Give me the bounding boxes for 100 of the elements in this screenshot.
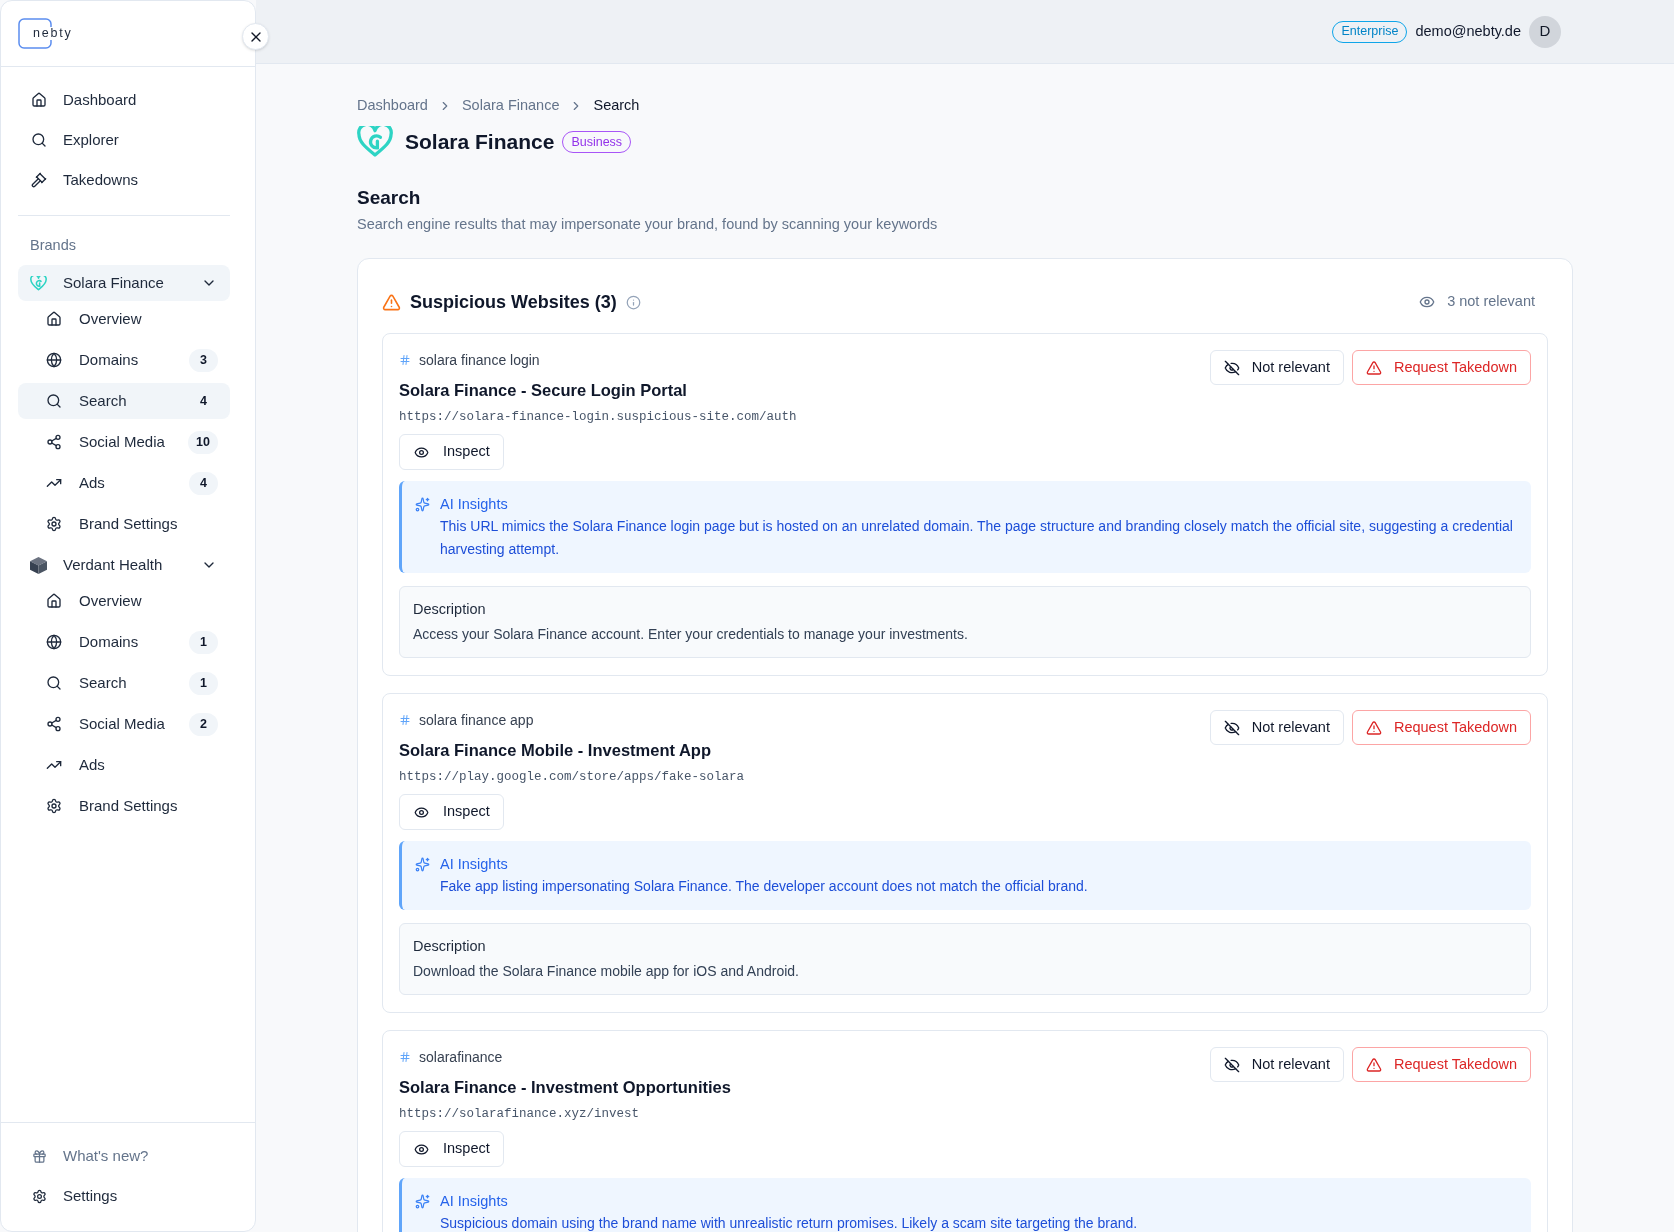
sidebar-item[interactable]: Brand Settings — [18, 506, 230, 542]
takedown-button[interactable]: Request Takedown — [1351, 350, 1531, 385]
search-icon — [31, 132, 47, 148]
eye-icon — [414, 1141, 429, 1157]
insights-text: Suspicious domain using the brand name with unrealistic return promises. Likely a scam site targeting the brand. — [440, 1214, 1138, 1232]
keyword-text: solara finance login — [419, 350, 540, 370]
breadcrumb-link[interactable]: Dashboard — [357, 95, 428, 117]
hash-icon — [399, 354, 411, 366]
globe-icon — [46, 352, 62, 368]
keyword-text: solarafinance — [419, 1047, 503, 1067]
share-icon — [46, 434, 62, 450]
takedown-button[interactable]: Request Takedown — [1351, 1047, 1531, 1082]
sparkle-icon — [415, 857, 430, 872]
insights-label: AI Insights — [440, 855, 509, 874]
settings-icon — [46, 798, 62, 814]
count-badge: 1 — [189, 671, 218, 695]
sparkle-icon — [415, 497, 430, 512]
warning-icon — [382, 292, 401, 312]
description-text: Access your Solara Finance account. Enter your credentials to manage your investments. — [413, 625, 969, 644]
eye-off-icon — [1223, 719, 1240, 736]
eye-off-icon — [1223, 359, 1240, 376]
sparkle-icon — [415, 1194, 430, 1209]
inspect-button[interactable]: Inspect — [399, 794, 504, 830]
result-title: Solara Finance - Secure Login Portal — [399, 380, 687, 401]
gift-icon — [32, 1148, 47, 1164]
description-label: Description — [413, 600, 487, 619]
count-badge: 10 — [188, 430, 218, 454]
logo[interactable]: nebty — [18, 18, 75, 49]
hash-icon — [399, 714, 411, 726]
eye-icon — [414, 804, 429, 820]
page-title: Search — [357, 186, 422, 210]
breadcrumb-link[interactable]: Solara Finance — [461, 95, 560, 117]
result-url: https://solara-finance-login.suspicious-site.com/auth — [399, 409, 797, 426]
inspect-button[interactable]: Inspect — [399, 1131, 504, 1167]
count-badge: 4 — [189, 471, 218, 495]
search-icon — [46, 393, 62, 409]
sidebar-item[interactable]: What's new? — [18, 1136, 230, 1176]
panel-title: Suspicious Websites (3) — [410, 290, 617, 314]
search-icon — [46, 675, 62, 691]
not-relevant-button[interactable]: Not relevant — [1209, 1047, 1344, 1082]
gavel-icon — [31, 172, 47, 188]
sidebar-item[interactable]: Ads 4 — [18, 465, 230, 501]
settings-icon — [46, 516, 62, 532]
insights-label: AI Insights — [440, 1192, 509, 1211]
sidebar-item[interactable]: Domains 1 — [18, 624, 230, 660]
keyword-text: solara finance app — [419, 710, 534, 730]
sidebar-item[interactable]: Search 1 — [18, 665, 230, 701]
insights-text: Fake app listing impersonating Solara Finance. The developer account does not match the official brand. — [440, 877, 1088, 896]
sidebar-item[interactable]: Domains 3 — [18, 342, 230, 378]
page-subtitle: Search engine results that may impersonate your brand, found by scanning your keywords — [357, 215, 939, 234]
not-relevant-button[interactable]: Not relevant — [1209, 710, 1344, 745]
info-icon — [625, 294, 641, 310]
inspect-button[interactable]: Inspect — [399, 434, 504, 470]
sidebar-item[interactable]: Settings — [18, 1176, 230, 1216]
house-icon — [31, 92, 47, 108]
cube-icon — [30, 556, 47, 574]
user-email: demo@nebty.de — [1415, 21, 1521, 41]
warning-icon — [1365, 1056, 1382, 1073]
warning-icon — [1365, 719, 1382, 736]
count-badge: 1 — [189, 630, 218, 654]
house-icon — [46, 593, 62, 609]
house-icon — [46, 311, 62, 327]
sidebar-item[interactable]: Overview — [18, 583, 230, 619]
brand-item[interactable]: Verdant Health — [18, 547, 230, 583]
result-url: https://play.google.com/store/apps/fake-solara — [399, 769, 745, 786]
insights-label: AI Insights — [440, 495, 509, 514]
brand-title: Solara Finance — [405, 129, 555, 156]
heart-logo-icon — [357, 126, 393, 158]
sidebar-item[interactable]: Search 4 — [18, 383, 230, 419]
sidebar-item[interactable]: Social Media 10 — [18, 424, 230, 460]
not-relevant-button[interactable]: Not relevant — [1209, 350, 1344, 385]
breadcrumb-link[interactable]: Search — [593, 95, 640, 117]
sidebar-item[interactable]: Social Media 2 — [18, 706, 230, 742]
result-title: Solara Finance Mobile - Investment App — [399, 740, 712, 761]
description-text: Download the Solara Finance mobile app for iOS and Android. — [413, 962, 800, 981]
result-url: https://solarafinance.xyz/invest — [399, 1106, 640, 1123]
not-relevant-toggle[interactable]: 3 not relevant — [1419, 291, 1535, 313]
result-title: Solara Finance - Investment Opportunities — [399, 1077, 731, 1098]
description-label: Description — [413, 937, 487, 956]
count-badge: 2 — [189, 712, 218, 736]
heart-logo-icon — [30, 275, 47, 291]
eye-icon — [1419, 294, 1436, 310]
takedown-button[interactable]: Request Takedown — [1351, 710, 1531, 745]
hash-icon — [399, 1051, 411, 1063]
count-badge: 3 — [189, 348, 218, 372]
avatar[interactable]: D — [1529, 15, 1561, 48]
eye-icon — [414, 444, 429, 460]
brand-item[interactable]: Solara Finance — [18, 265, 230, 301]
sidebar-item[interactable]: Overview — [18, 301, 230, 337]
insights-text: This URL mimics the Solara Finance login page but is hosted on an unrelated domain. The page structure and branding closely match the official site, suggesting a credential harvesting attempt. — [440, 517, 1514, 559]
sidebar-item[interactable]: Explorer — [18, 120, 230, 160]
eye-off-icon — [1223, 1056, 1240, 1073]
sidebar-item[interactable]: Ads — [18, 747, 230, 783]
warning-icon — [1365, 359, 1382, 376]
sidebar-item[interactable]: Brand Settings — [18, 788, 230, 824]
globe-icon — [46, 634, 62, 650]
sidebar-item[interactable]: Dashboard — [18, 80, 230, 120]
share-icon — [46, 716, 62, 732]
sidebar-item[interactable]: Takedowns — [18, 160, 230, 200]
section-heading: Brands — [29, 236, 77, 256]
